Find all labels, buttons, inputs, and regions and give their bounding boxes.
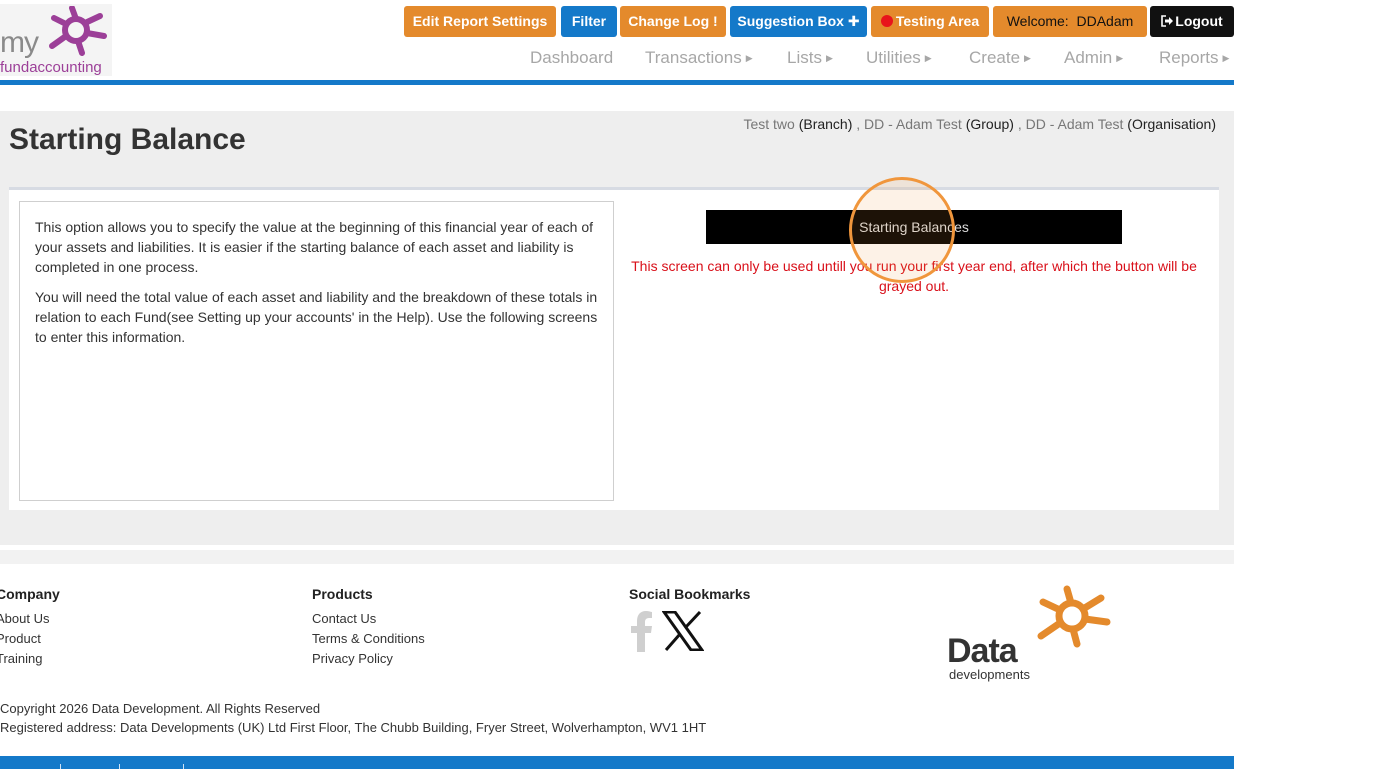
plus-icon: ✚ bbox=[847, 13, 860, 29]
caret-right-icon: ▶ bbox=[1222, 53, 1230, 63]
header: my fundaccounting Edit Report Settings F… bbox=[0, 0, 1234, 86]
nav-dashboard[interactable]: Dashboard bbox=[530, 48, 613, 68]
separator: , bbox=[856, 116, 861, 132]
footer-social: Social Bookmarks bbox=[629, 586, 750, 609]
caret-right-icon: ▶ bbox=[1116, 53, 1124, 63]
logout-label: Logout bbox=[1175, 13, 1223, 29]
welcome-label: Welcome: bbox=[1006, 13, 1069, 29]
red-dot-icon bbox=[880, 15, 893, 27]
exclamation-icon: ! bbox=[713, 13, 718, 29]
bottom-bar-tick bbox=[119, 764, 120, 769]
myfundaccounting-logo[interactable]: my fundaccounting bbox=[0, 4, 112, 76]
nav-create-label: Create bbox=[969, 48, 1021, 67]
registered-address: Registered address: Data Developments (U… bbox=[0, 720, 707, 735]
nav-create[interactable]: Create ▶ bbox=[969, 48, 1031, 68]
footer-link-training[interactable]: Training bbox=[0, 649, 60, 669]
footer-link-privacy[interactable]: Privacy Policy bbox=[312, 649, 425, 669]
welcome-username: DDAdam bbox=[1076, 13, 1134, 29]
group-label: (Group) bbox=[965, 116, 1014, 132]
footer-company: Company About Us Product Training bbox=[0, 586, 60, 669]
footer-link-terms[interactable]: Terms & Conditions bbox=[312, 629, 425, 649]
footer-link-about-us[interactable]: About Us bbox=[0, 609, 60, 629]
data-developments-logo: Data developments bbox=[945, 584, 1115, 684]
caret-right-icon: ▶ bbox=[1024, 53, 1031, 63]
nav-lists[interactable]: Lists ▶ bbox=[787, 48, 833, 68]
logo-prefix: my bbox=[0, 26, 39, 59]
group-name: DD - Adam Test bbox=[864, 116, 962, 132]
organisation-label: (Organisation) bbox=[1127, 116, 1216, 132]
info-paragraph-2: You will need the total value of each as… bbox=[35, 289, 598, 345]
nav-reports-label: Reports bbox=[1159, 48, 1219, 67]
footer-copyright: Copyright 2026 Data Development. All Rig… bbox=[0, 699, 706, 737]
nav-admin-label: Admin bbox=[1064, 48, 1113, 67]
bottom-bar-tick bbox=[183, 764, 184, 769]
nav-transactions-label: Transactions bbox=[645, 48, 742, 67]
footer-social-heading: Social Bookmarks bbox=[629, 586, 751, 602]
nav-utilities-label: Utilities bbox=[866, 48, 921, 67]
warning-message: This screen can only be used untill you … bbox=[631, 258, 1197, 294]
welcome-button[interactable]: Welcome: DDAdam bbox=[993, 6, 1147, 37]
facebook-icon[interactable] bbox=[629, 610, 655, 652]
starting-balances-button[interactable]: Starting Balances bbox=[706, 210, 1122, 244]
context-breadcrumb: Test two (Branch) , DD - Adam Test (Grou… bbox=[743, 116, 1216, 132]
branch-label: (Branch) bbox=[798, 116, 853, 132]
footer-link-product[interactable]: Product bbox=[0, 629, 60, 649]
footer-divider bbox=[0, 550, 1234, 564]
content-panel: This option allows you to specify the va… bbox=[9, 187, 1219, 510]
testing-area-label: Testing Area bbox=[895, 13, 980, 29]
testing-area-button[interactable]: Testing Area bbox=[871, 6, 989, 37]
dd-logo-sub: developments bbox=[949, 667, 1030, 682]
logo-star-icon bbox=[49, 6, 107, 56]
bottom-bar bbox=[0, 756, 1234, 769]
branch-name: Test two bbox=[743, 116, 795, 132]
info-paragraph-1: This option allows you to specify the va… bbox=[35, 219, 594, 275]
logout-icon bbox=[1161, 15, 1174, 27]
edit-report-settings-label: Edit Report Settings bbox=[412, 13, 548, 29]
logout-button[interactable]: Logout bbox=[1150, 6, 1234, 37]
caret-right-icon: ▶ bbox=[924, 53, 932, 63]
info-box: This option allows you to specify the va… bbox=[19, 201, 614, 501]
header-divider bbox=[0, 80, 1234, 85]
caret-right-icon: ▶ bbox=[745, 53, 753, 63]
nav-utilities[interactable]: Utilities ▶ bbox=[866, 48, 932, 68]
change-log-label: Change Log bbox=[628, 13, 710, 29]
footer-products-heading: Products bbox=[312, 586, 373, 602]
nav-reports[interactable]: Reports ▶ bbox=[1159, 48, 1229, 68]
filter-label: Filter bbox=[571, 13, 607, 29]
copyright-text: Copyright 2026 Data Development. All Rig… bbox=[0, 701, 321, 716]
footer-company-heading: Company bbox=[0, 586, 60, 602]
nav-transactions[interactable]: Transactions ▶ bbox=[645, 48, 753, 68]
nav-lists-label: Lists bbox=[787, 48, 822, 67]
page-title: Starting Balance bbox=[9, 123, 246, 156]
footer-link-contact-us[interactable]: Contact Us bbox=[312, 609, 425, 629]
filter-button[interactable]: Filter bbox=[561, 6, 617, 37]
nav-dashboard-label: Dashboard bbox=[530, 48, 614, 67]
change-log-button[interactable]: Change Log ! bbox=[620, 6, 726, 37]
page: my fundaccounting Edit Report Settings F… bbox=[0, 0, 1377, 769]
suggestion-box-button[interactable]: Suggestion Box ✚ bbox=[730, 6, 867, 37]
caret-right-icon: ▶ bbox=[825, 53, 833, 63]
x-twitter-icon[interactable] bbox=[662, 611, 704, 651]
dd-star-icon bbox=[1037, 585, 1111, 648]
main-content: Starting Balance Test two (Branch) , DD … bbox=[0, 111, 1234, 545]
edit-report-settings-button[interactable]: Edit Report Settings bbox=[404, 6, 556, 37]
footer-products: Products Contact Us Terms & Conditions P… bbox=[312, 586, 425, 669]
bottom-bar-tick bbox=[60, 764, 61, 769]
suggestion-box-label: Suggestion Box bbox=[737, 13, 844, 29]
dd-logo-word: Data bbox=[947, 632, 1018, 670]
organisation-name: DD - Adam Test bbox=[1025, 116, 1124, 132]
separator: , bbox=[1017, 116, 1022, 132]
logo-suffix: fundaccounting bbox=[0, 59, 102, 76]
nav-admin[interactable]: Admin ▶ bbox=[1064, 48, 1123, 68]
